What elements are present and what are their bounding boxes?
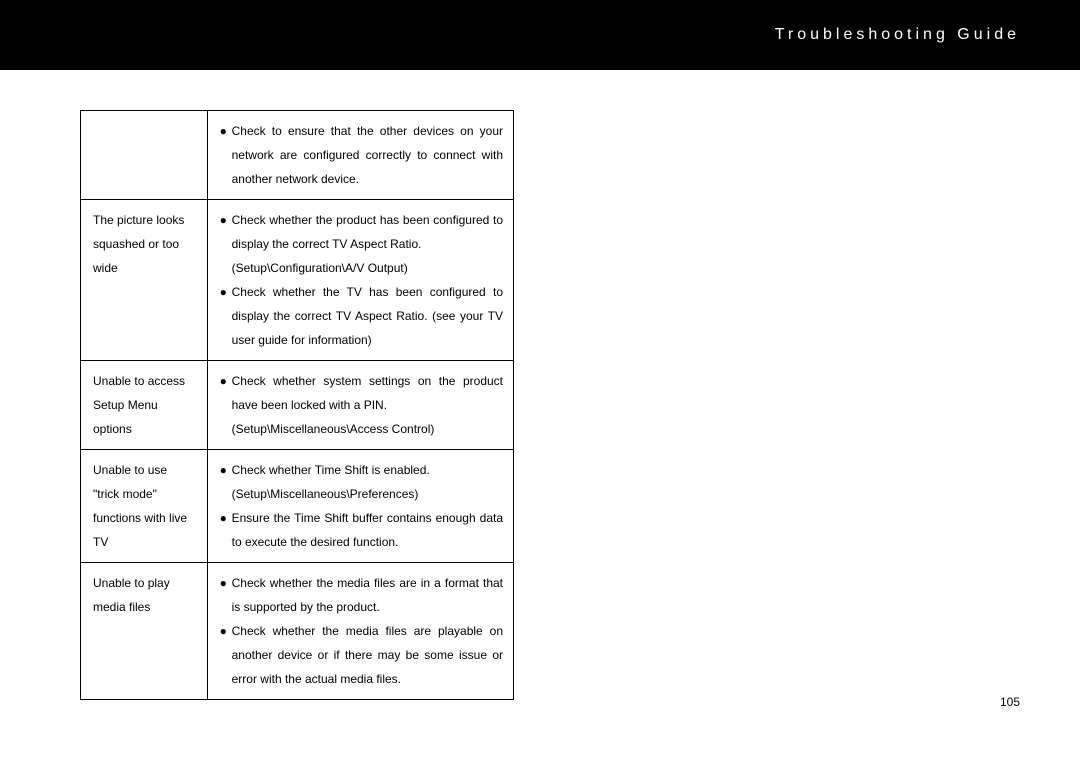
- problem-cell: Unable to access Setup Menu options: [81, 361, 208, 450]
- problem-text: Unable to use "trick mode" functions wit…: [93, 463, 187, 549]
- solution-path: (Setup\Miscellaneous\Access Control): [220, 417, 503, 441]
- problem-text: Unable to play media files: [93, 576, 170, 614]
- table-row: Unable to play media files ● Check wheth…: [81, 563, 514, 700]
- page-title: Troubleshooting Guide: [775, 26, 1020, 44]
- solution-item: ● Check whether the media files are play…: [220, 619, 503, 691]
- problem-cell: Unable to use "trick mode" functions wit…: [81, 450, 208, 563]
- content-area: ● Check to ensure that the other devices…: [0, 70, 1080, 700]
- solution-cell: ● Check whether system settings on the p…: [207, 361, 513, 450]
- solution-item: ● Check to ensure that the other devices…: [220, 119, 503, 191]
- problem-text: Unable to access Setup Menu options: [93, 374, 185, 436]
- bullet-icon: ●: [220, 280, 232, 304]
- solution-item: ● Ensure the Time Shift buffer contains …: [220, 506, 503, 554]
- table-row: ● Check to ensure that the other devices…: [81, 111, 514, 200]
- problem-cell: The picture looks squashed or too wide: [81, 200, 208, 361]
- solution-cell: ● Check whether the product has been con…: [207, 200, 513, 361]
- solution-item: ● Check whether system settings on the p…: [220, 369, 503, 417]
- solution-path: (Setup\Configuration\A/V Output): [220, 256, 503, 280]
- bullet-icon: ●: [220, 208, 232, 232]
- bullet-icon: ●: [220, 619, 232, 643]
- header-bar: Troubleshooting Guide: [0, 0, 1080, 70]
- solution-item: ● Check whether the product has been con…: [220, 208, 503, 256]
- solution-text: Check whether Time Shift is enabled.: [232, 458, 503, 482]
- bullet-icon: ●: [220, 119, 232, 143]
- table-row: Unable to access Setup Menu options ● Ch…: [81, 361, 514, 450]
- bullet-icon: ●: [220, 506, 232, 530]
- solution-item: ● Check whether the media files are in a…: [220, 571, 503, 619]
- solution-text: Ensure the Time Shift buffer contains en…: [232, 506, 503, 554]
- problem-cell: [81, 111, 208, 200]
- solution-text: Check whether the media files are in a f…: [232, 571, 503, 619]
- solution-text: Check to ensure that the other devices o…: [232, 119, 503, 191]
- solution-item: ● Check whether the TV has been configur…: [220, 280, 503, 352]
- solution-text: Check whether system settings on the pro…: [232, 369, 503, 417]
- solution-text: Check whether the media files are playab…: [232, 619, 503, 691]
- solution-cell: ● Check whether Time Shift is enabled. (…: [207, 450, 513, 563]
- table-body: ● Check to ensure that the other devices…: [81, 111, 514, 700]
- problem-cell: Unable to play media files: [81, 563, 208, 700]
- bullet-icon: ●: [220, 571, 232, 595]
- troubleshooting-table: ● Check to ensure that the other devices…: [80, 110, 514, 700]
- solution-cell: ● Check to ensure that the other devices…: [207, 111, 513, 200]
- problem-text: The picture looks squashed or too wide: [93, 213, 184, 275]
- solution-path: (Setup\Miscellaneous\Preferences): [220, 482, 503, 506]
- solution-item: ● Check whether Time Shift is enabled.: [220, 458, 503, 482]
- table-row: The picture looks squashed or too wide ●…: [81, 200, 514, 361]
- bullet-icon: ●: [220, 369, 232, 393]
- table-row: Unable to use "trick mode" functions wit…: [81, 450, 514, 563]
- page-number: 105: [1000, 695, 1020, 709]
- solution-cell: ● Check whether the media files are in a…: [207, 563, 513, 700]
- solution-text: Check whether the TV has been configured…: [232, 280, 503, 352]
- bullet-icon: ●: [220, 458, 232, 482]
- solution-text: Check whether the product has been confi…: [232, 208, 503, 256]
